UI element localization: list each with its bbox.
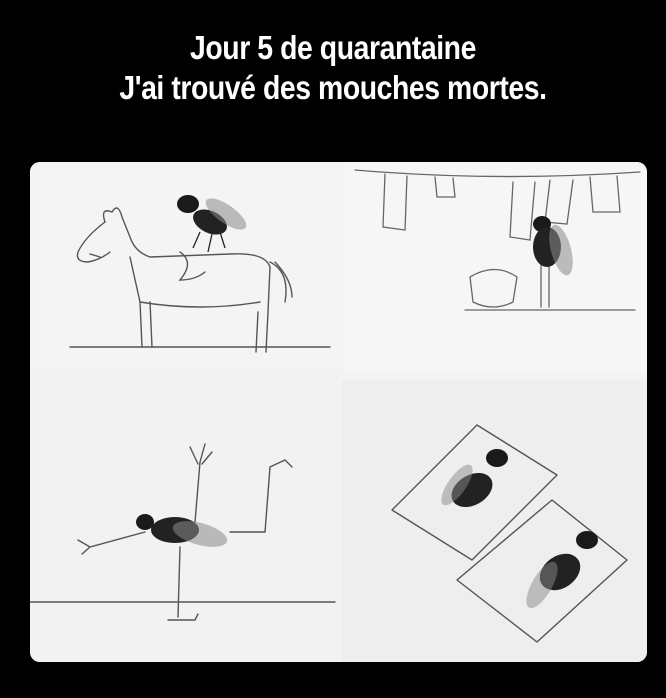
fly-rider-icon bbox=[177, 195, 247, 253]
panel-ice-skater bbox=[30, 372, 340, 662]
panel-horse-rider bbox=[30, 162, 340, 367]
fly-laundry-icon bbox=[533, 216, 573, 276]
fly-sunbather-2-icon bbox=[526, 531, 598, 609]
sunbathing-drawing bbox=[391, 424, 628, 643]
fly-sunbather-1-icon bbox=[441, 449, 508, 508]
caption-line-2: J'ai trouvé des mouches mortes. bbox=[119, 69, 547, 106]
photo-collage bbox=[30, 162, 647, 662]
laundry-drawing bbox=[354, 169, 641, 311]
meme-caption: Jour 5 de quarantaine J'ai trouvé des mo… bbox=[47, 28, 620, 108]
panel-laundry bbox=[345, 162, 647, 372]
caption-line-1: Jour 5 de quarantaine bbox=[190, 29, 476, 66]
fly-skater-icon bbox=[136, 514, 228, 547]
horse-drawing bbox=[69, 195, 331, 353]
panel-sunbathing bbox=[342, 380, 647, 662]
skater-drawing bbox=[30, 443, 336, 621]
